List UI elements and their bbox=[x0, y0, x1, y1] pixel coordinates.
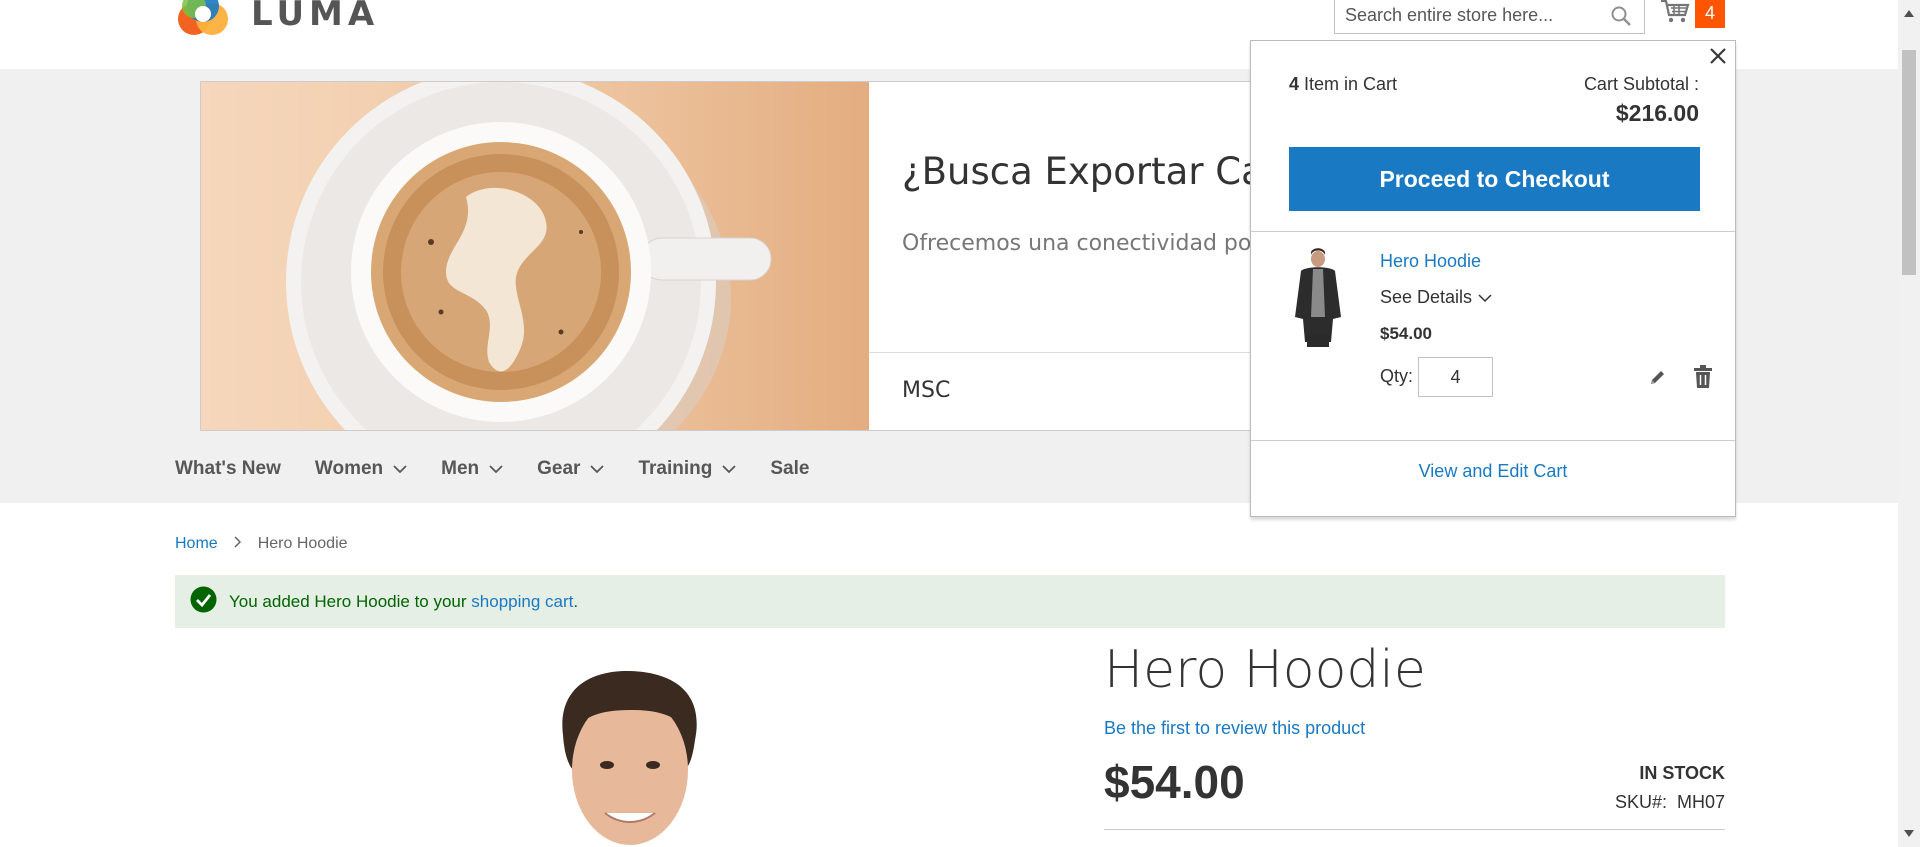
nav-item-whats-new[interactable]: What's New bbox=[175, 458, 281, 480]
sku-value: MH07 bbox=[1676, 792, 1725, 812]
vertical-scrollbar[interactable] bbox=[1898, 0, 1920, 847]
item-count-number: 4 bbox=[1289, 74, 1300, 94]
product-divider bbox=[1104, 829, 1725, 830]
minicart-dropdown: 4 Item in Cart Cart Subtotal : $216.00 P… bbox=[1250, 40, 1736, 517]
message-text-end: . bbox=[573, 591, 579, 611]
store-logo[interactable]: LUMA bbox=[175, 0, 379, 42]
nav-item-gear[interactable]: Gear bbox=[537, 458, 605, 480]
chevron-right-icon bbox=[234, 535, 242, 553]
trash-icon[interactable] bbox=[1693, 365, 1713, 394]
minicart-divider-bottom bbox=[1251, 440, 1735, 441]
breadcrumb: Home Hero Hoodie bbox=[175, 535, 348, 553]
pencil-icon[interactable] bbox=[1649, 368, 1667, 391]
minicart-divider bbox=[1251, 231, 1735, 232]
nav-label: Women bbox=[314, 458, 384, 479]
cart-item-price: $54.00 bbox=[1380, 324, 1432, 343]
cart-item-name[interactable]: Hero Hoodie bbox=[1380, 251, 1481, 272]
coffee-cup-image bbox=[201, 82, 869, 430]
cart-item-thumbnail[interactable] bbox=[1283, 247, 1353, 347]
nav-item-training[interactable]: Training bbox=[638, 458, 736, 480]
main-nav: What's New Women Men Gear Training Sale bbox=[175, 458, 843, 480]
logo-text: LUMA bbox=[251, 0, 380, 34]
scroll-up-arrow-icon[interactable] bbox=[1904, 4, 1914, 22]
sku-label: SKU#: bbox=[1614, 792, 1667, 812]
subtotal-label: Cart Subtotal : bbox=[1583, 74, 1699, 94]
product-image[interactable] bbox=[545, 665, 715, 847]
scrollbar-thumb[interactable] bbox=[1902, 50, 1916, 275]
chevron-down-icon bbox=[393, 465, 407, 474]
nav-label: Sale bbox=[770, 458, 810, 479]
nav-item-men[interactable]: Men bbox=[441, 458, 503, 480]
close-icon[interactable] bbox=[1707, 45, 1729, 72]
nav-label: Gear bbox=[537, 458, 581, 479]
nav-label: What's New bbox=[175, 458, 281, 479]
review-link[interactable]: Be the first to review this product bbox=[1104, 718, 1365, 739]
chevron-down-icon bbox=[489, 465, 503, 474]
view-and-edit-cart-link[interactable]: View and Edit Cart bbox=[1251, 461, 1735, 482]
scroll-down-arrow-icon[interactable] bbox=[1904, 825, 1914, 843]
chevron-down-icon bbox=[722, 465, 736, 474]
shopping-cart-link[interactable]: shopping cart bbox=[471, 592, 573, 612]
nav-label: Men bbox=[441, 458, 480, 479]
search-box bbox=[1334, 0, 1645, 34]
see-details-label: See Details bbox=[1380, 287, 1473, 307]
product-title: Hero Hoodie bbox=[1104, 640, 1426, 700]
chevron-down-icon bbox=[590, 465, 605, 474]
banner-title: ¿Busca Exportar Cafe bbox=[902, 150, 1300, 193]
subtotal-value: $216.00 bbox=[1615, 100, 1699, 126]
checkmark-icon bbox=[190, 586, 217, 618]
see-details-toggle[interactable]: See Details bbox=[1380, 287, 1492, 308]
proceed-to-checkout-button[interactable]: Proceed to Checkout bbox=[1289, 147, 1700, 211]
nav-item-women[interactable]: Women bbox=[315, 458, 407, 480]
product-price: $54.00 bbox=[1104, 756, 1245, 808]
nav-item-sale[interactable]: Sale bbox=[770, 458, 809, 480]
luma-logo-icon bbox=[175, 0, 231, 42]
search-input[interactable] bbox=[1335, 0, 1595, 31]
search-icon[interactable] bbox=[1610, 5, 1632, 32]
breadcrumb-current: Hero Hoodie bbox=[257, 535, 348, 552]
qty-label: Qty: bbox=[1380, 366, 1414, 386]
minicart-item-count: 4 Item in Cart bbox=[1289, 74, 1397, 95]
breadcrumb-home-link[interactable]: Home bbox=[175, 535, 218, 553]
chevron-down-icon bbox=[1478, 293, 1492, 302]
cart-count-badge[interactable]: 4 bbox=[1695, 0, 1725, 28]
nav-label: Training bbox=[638, 458, 713, 479]
success-message: You added Hero Hoodie to your shopping c… bbox=[175, 575, 1725, 628]
banner-footer: MSC bbox=[902, 378, 951, 403]
promo-banner[interactable]: ¿Busca Exportar Cafe Ofrecemos una conec… bbox=[200, 81, 1430, 431]
cart-icon[interactable] bbox=[1660, 0, 1690, 29]
message-text: You added Hero Hoodie to your bbox=[229, 591, 472, 611]
item-count-label: Item in Cart bbox=[1304, 74, 1398, 94]
cart-item-qty-input[interactable] bbox=[1418, 357, 1493, 397]
product-sku: SKU#: MH07 bbox=[1615, 792, 1725, 813]
stock-status: IN STOCK bbox=[1639, 763, 1725, 783]
